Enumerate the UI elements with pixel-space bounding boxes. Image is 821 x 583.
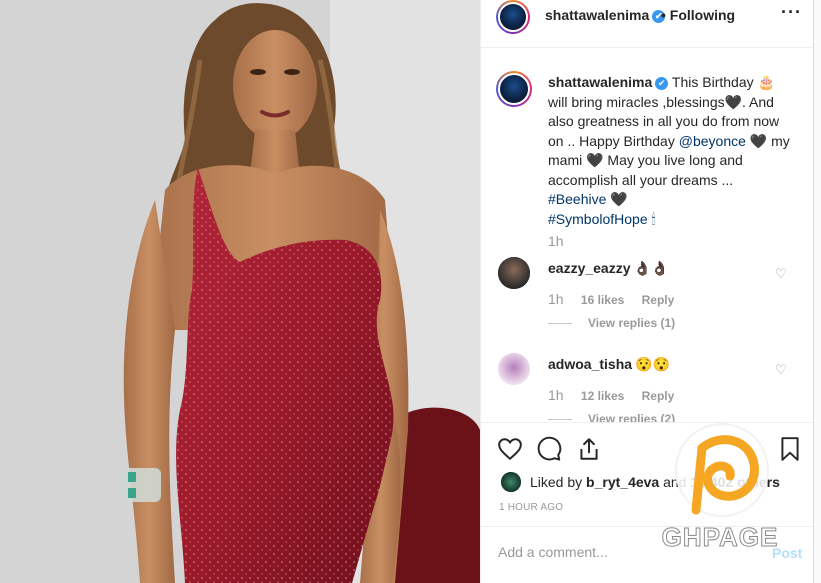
comment-meta: 1h 16 likes Reply (548, 291, 688, 307)
following-button[interactable]: • Following (661, 7, 735, 23)
comment-meta: 1h 12 likes Reply (548, 387, 688, 403)
comment-avatar[interactable] (498, 257, 530, 289)
header-username[interactable]: shattawalenima ✔ (545, 7, 666, 23)
share-icon[interactable] (576, 436, 602, 462)
comment-reply-button[interactable]: Reply (642, 389, 675, 403)
comment-like-heart-icon[interactable]: ♡ (775, 362, 787, 378)
page-edge (813, 0, 821, 583)
more-options-icon[interactable]: ··· (781, 2, 802, 23)
caption-time: 1h (548, 233, 564, 249)
post-timestamp[interactable]: 1 HOUR AGO (499, 502, 563, 513)
comment-likes[interactable]: 16 likes (581, 293, 624, 307)
comment-username[interactable]: adwoa_tisha (548, 356, 632, 372)
header-avatar[interactable] (496, 0, 530, 34)
comment-like-heart-icon[interactable]: ♡ (775, 266, 787, 282)
comment-icon[interactable] (536, 436, 562, 462)
likes-others-link[interactable]: 14,402 others (690, 474, 780, 490)
post-comment-button[interactable]: Post (772, 545, 802, 561)
post-caption: shattawalenima ✔ This Birthday 🎂 will bri… (548, 73, 798, 229)
post-header: shattawalenima ✔ • Following ··· (481, 0, 814, 48)
comment-avatar[interactable] (498, 353, 530, 385)
hashtag-1-suffix: 🖤 (610, 191, 628, 207)
hashtag-symbolofhope-link[interactable]: #SymbolofHope (548, 211, 648, 227)
add-comment-bar: Post (481, 526, 814, 583)
hashtag-2-suffix: 🕯 (651, 210, 656, 227)
comments-list[interactable]: eazzy_eazzy 👌🏿👌🏿 ♡ 1h 16 likes Reply View… (481, 250, 814, 422)
photo-illustration (0, 0, 480, 583)
comment-text: 👌🏿👌🏿 (633, 260, 669, 276)
comment-line: adwoa_tisha 😯😯 (548, 356, 670, 373)
hashtag-beehive-link[interactable]: #Beehive (548, 191, 606, 207)
caption-avatar[interactable] (496, 71, 532, 107)
post-detail-panel: shattawalenima ✔ • Following ··· shattawa… (480, 0, 814, 583)
comment-text: 😯😯 (635, 356, 670, 372)
mention-link[interactable]: @beyonce (679, 133, 746, 149)
comment-time: 1h (548, 291, 564, 307)
comment-likes[interactable]: 12 likes (581, 389, 624, 403)
bookmark-icon[interactable] (777, 436, 803, 462)
comment-reply-button[interactable]: Reply (642, 293, 675, 307)
caption-username[interactable]: shattawalenima (548, 74, 652, 90)
view-replies-button[interactable]: View replies (2) (548, 412, 675, 422)
comment-username[interactable]: eazzy_eazzy (548, 260, 631, 276)
comment-time: 1h (548, 387, 564, 403)
liker-avatar[interactable] (501, 472, 521, 492)
comment-line: eazzy_eazzy 👌🏿👌🏿 (548, 260, 668, 277)
likes-prefix: Liked by (530, 474, 583, 490)
likes-connector: and (663, 474, 687, 490)
verified-badge-icon: ✔ (655, 77, 669, 90)
add-comment-input[interactable] (498, 542, 738, 562)
post-actions: Liked by b_ryt_4eva and 14,402 others 1 … (481, 422, 814, 526)
view-replies-button[interactable]: View replies (1) (548, 316, 675, 330)
liker-username[interactable]: b_ryt_4eva (586, 474, 659, 490)
heart-icon[interactable] (497, 436, 523, 462)
post-photo[interactable] (0, 0, 480, 583)
